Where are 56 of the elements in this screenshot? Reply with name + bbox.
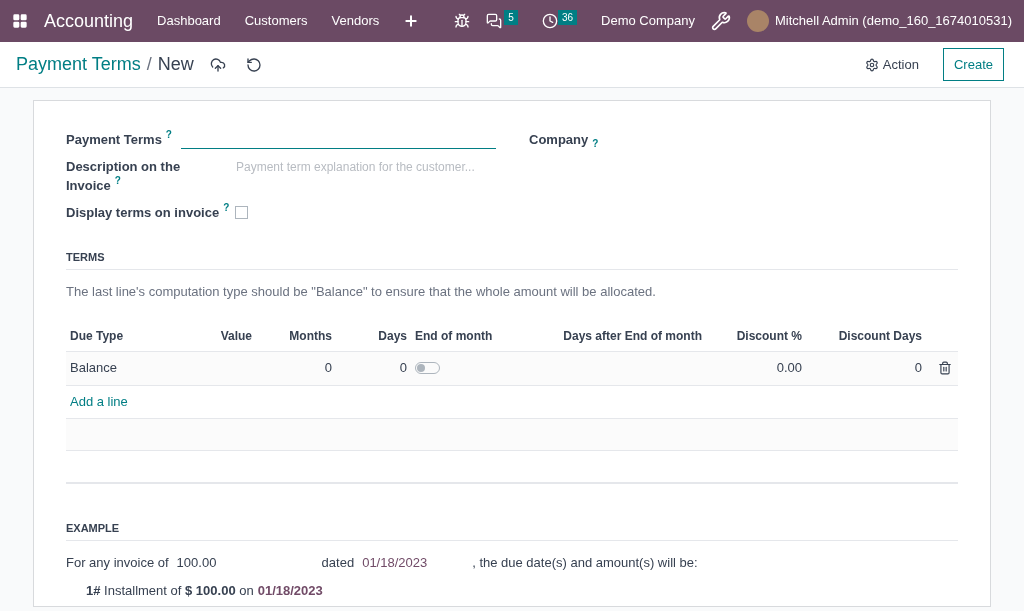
display-terms-checkbox[interactable] (235, 206, 249, 220)
company-switcher[interactable]: Demo Company (601, 11, 695, 31)
nav-menu-item[interactable]: Dashboard (157, 11, 221, 31)
chat-icon[interactable] (486, 13, 503, 29)
field-label: Company ? (529, 130, 599, 149)
tools-icon[interactable] (710, 11, 731, 31)
table-cell-text: 0 (323, 359, 333, 378)
field-label: Payment Terms ? (66, 129, 173, 149)
table-cell-text: 0.00 (775, 359, 803, 378)
column-header[interactable]: End of month (411, 327, 551, 345)
apps-menu-icon[interactable] (12, 13, 28, 29)
add-line-link[interactable]: Add a line (70, 391, 128, 412)
save-icon[interactable] (209, 56, 226, 73)
bug-icon[interactable] (454, 13, 471, 29)
column-header[interactable]: Discount Days (806, 327, 926, 345)
example-text: , the due date(s) and amount(s) will be: (472, 554, 698, 572)
column-header[interactable]: Months (256, 327, 336, 345)
clock-icon[interactable] (541, 13, 558, 29)
example-text: For any invoice of (66, 554, 169, 572)
table-cell-text: Balance (69, 359, 118, 378)
settings-icon (864, 57, 879, 72)
nav-menu-item[interactable]: Vendors (331, 11, 380, 31)
installment-text: 1# Installment of $ 100.00 on (86, 581, 254, 600)
help-mark[interactable]: ? (223, 203, 230, 213)
section-title: EXAMPLE (66, 519, 958, 541)
example-text: dated (321, 554, 355, 572)
create-button[interactable]: Create (942, 47, 1004, 82)
discard-icon[interactable] (245, 56, 262, 73)
amount-field[interactable]: 100.00 (176, 553, 322, 573)
table-cell-text: 0 (398, 359, 408, 378)
help-mark[interactable]: ? (165, 129, 172, 140)
action-button[interactable]: Action (864, 54, 919, 75)
app-name[interactable]: Accounting (44, 7, 134, 35)
activity-count-badge: 36 (557, 9, 577, 25)
column-header[interactable]: Value (211, 327, 256, 345)
breadcrumb-current: New (157, 53, 194, 76)
field-label: Display terms on invoice ? (66, 203, 230, 222)
help-mark[interactable]: ? (592, 139, 599, 149)
installment-date: 01/18/2023 (257, 581, 323, 600)
description-field[interactable]: Payment term explanation for the customer... (236, 157, 496, 176)
column-header[interactable]: Days (336, 327, 411, 345)
column-header[interactable]: Due Type (66, 327, 211, 345)
help-mark[interactable]: ? (114, 176, 121, 186)
field-label: Description on the Invoice ? (66, 158, 182, 195)
nav-menu-item[interactable]: Customers (244, 11, 308, 31)
terms-note: The last line's computation type should be "Balance" to ensure that the whole amount will be allocated. (66, 283, 657, 301)
breadcrumb-link[interactable]: Payment Terms (16, 51, 141, 78)
date-field[interactable]: 01/18/2023 (362, 553, 473, 573)
delete-icon[interactable] (938, 361, 952, 375)
section-title: TERMS (66, 248, 958, 270)
column-header[interactable]: Discount % (706, 327, 806, 345)
table-cell-text: 0 (913, 359, 923, 378)
column-header[interactable]: Days after End of month (551, 327, 706, 345)
user-name[interactable]: Mitchell Admin (demo_160_1674010531) (774, 11, 1012, 31)
message-count-badge: 5 (504, 9, 518, 25)
breadcrumb-separator: / (146, 53, 152, 76)
